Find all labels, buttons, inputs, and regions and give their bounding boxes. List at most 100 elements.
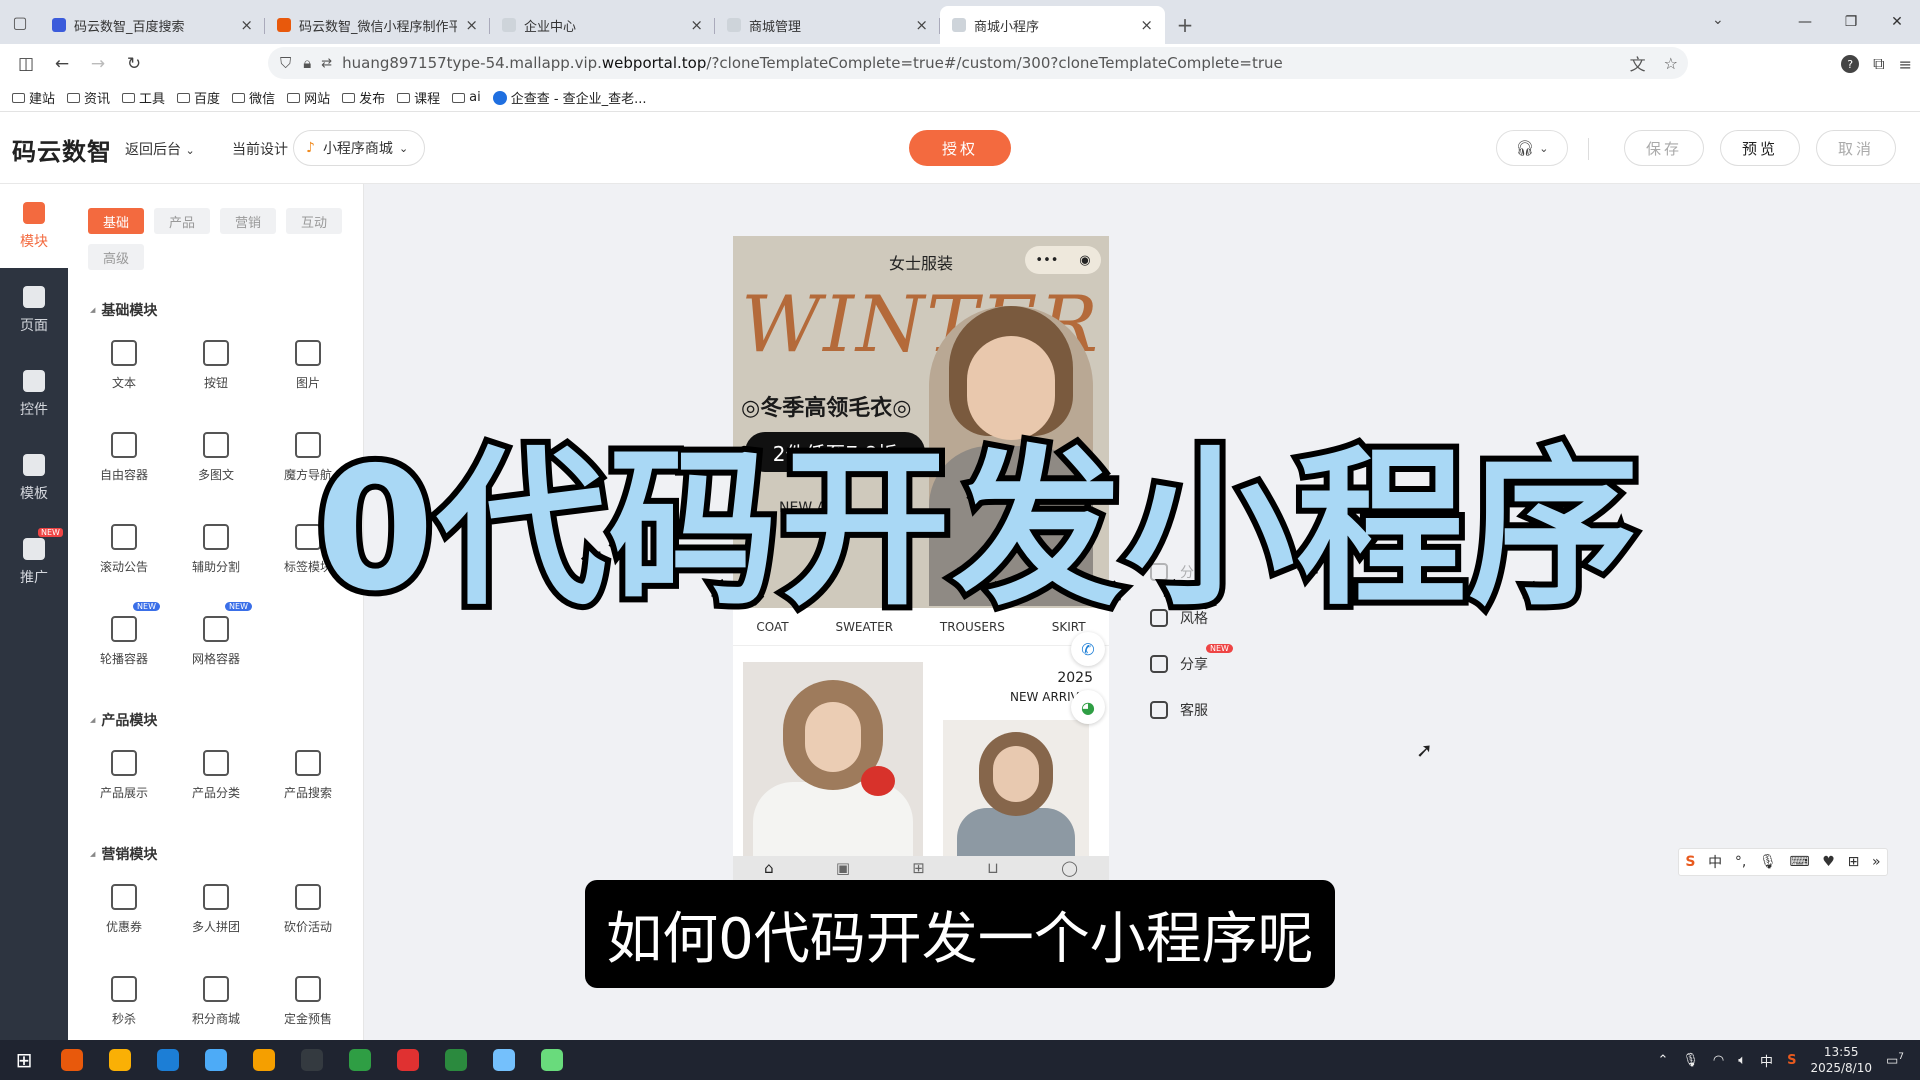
skin-icon[interactable]: ♥ xyxy=(1822,854,1835,870)
close-window-icon[interactable]: ✕ xyxy=(1874,0,1920,44)
taskbar-app-icon[interactable] xyxy=(96,1040,144,1080)
taskbar-app-icon[interactable] xyxy=(144,1040,192,1080)
profile-icon[interactable]: ? xyxy=(1841,55,1860,73)
clock[interactable]: 13:55 2025/8/10 xyxy=(1810,1044,1872,1076)
new-tab-button[interactable]: + xyxy=(1165,6,1205,44)
bookmark-star-icon[interactable]: ☆ xyxy=(1664,54,1678,73)
apps-grid-icon[interactable]: ⊞ xyxy=(1848,854,1860,870)
gift-icon[interactable]: ▣ xyxy=(836,859,850,877)
close-tab-icon[interactable]: × xyxy=(915,16,928,34)
keyboard-icon[interactable]: ⌨ xyxy=(1789,854,1809,870)
bookmark-folder[interactable]: 发布 xyxy=(342,88,385,107)
notification-icon[interactable]: ▭7 xyxy=(1886,1052,1904,1068)
rail-item-control[interactable]: 控件 xyxy=(0,352,68,436)
bookmark-folder[interactable]: 工具 xyxy=(122,88,165,107)
sidebar-toggle-icon[interactable]: ◫ xyxy=(8,46,44,82)
module-item[interactable]: 优惠券 xyxy=(84,882,164,952)
quick-item-service[interactable]: 客服 xyxy=(1150,700,1208,720)
module-item[interactable]: 砍价活动 xyxy=(268,882,348,952)
bookmark-folder[interactable]: ai xyxy=(452,90,481,105)
category-icon[interactable]: ⊞ xyxy=(912,859,925,877)
taskbar-app-icon[interactable] xyxy=(336,1040,384,1080)
module-item[interactable]: 定金预售 xyxy=(268,974,348,1040)
home-icon[interactable]: ⌂ xyxy=(764,859,774,877)
filter-tab[interactable]: 基础 xyxy=(88,208,144,234)
taskbar-app-icon[interactable] xyxy=(48,1040,96,1080)
user-icon[interactable]: ◯ xyxy=(1061,859,1078,877)
filter-tab[interactable]: 高级 xyxy=(88,244,144,270)
phone-call-icon[interactable]: ✆ xyxy=(1071,632,1105,666)
back-to-admin[interactable]: 返回后台 ⌄ xyxy=(125,139,195,159)
module-item[interactable]: 图片 xyxy=(268,338,348,408)
close-capsule-icon[interactable]: ◉ xyxy=(1079,253,1090,268)
ime-indicator[interactable]: 中 xyxy=(1760,1051,1773,1070)
rail-item-page[interactable]: 页面 xyxy=(0,268,68,352)
module-item[interactable]: 文本 xyxy=(84,338,164,408)
close-tab-icon[interactable]: × xyxy=(690,16,703,34)
forward-icon[interactable]: → xyxy=(80,46,116,82)
network-icon[interactable]: ◠ xyxy=(1713,1053,1724,1068)
ime-toolbar[interactable]: S 中 °, 🎙︎ ⌨ ♥ ⊞ » xyxy=(1678,848,1888,876)
tab-2[interactable]: 码云数智_微信小程序制作平台_ × xyxy=(265,6,490,44)
minimize-icon[interactable]: — xyxy=(1782,0,1828,44)
cancel-button[interactable]: 取消 xyxy=(1816,130,1896,166)
sogou-icon[interactable]: S xyxy=(1685,854,1695,870)
tab-actions-icon[interactable]: ▢ xyxy=(0,0,40,44)
bookmark-folder[interactable]: 微信 xyxy=(232,88,275,107)
module-item[interactable]: 网格容器 NEW xyxy=(176,602,256,684)
cart-icon[interactable]: ⊔ xyxy=(987,859,999,877)
bookmark-folder[interactable]: 课程 xyxy=(397,88,440,107)
reload-icon[interactable]: ↻ xyxy=(116,46,152,82)
customer-service-select[interactable]: 🎧︎ ⌄ xyxy=(1496,130,1568,166)
section-title[interactable]: 营销模块 xyxy=(90,844,157,864)
preview-button[interactable]: 预览 xyxy=(1720,130,1800,166)
windows-start-icon[interactable]: ⊞ xyxy=(0,1040,48,1080)
taskbar-app-icon[interactable] xyxy=(288,1040,336,1080)
menu-icon[interactable]: ≡ xyxy=(1899,55,1912,74)
taskbar-app-icon[interactable] xyxy=(528,1040,576,1080)
bookmark-qichacha[interactable]: 企查查 - 查企业_查老... xyxy=(492,88,647,107)
more-icon[interactable]: » xyxy=(1872,854,1881,870)
tab-1[interactable]: 码云数智_百度搜索 × xyxy=(40,6,265,44)
filter-tab[interactable]: 产品 xyxy=(154,208,210,234)
close-tab-icon[interactable]: × xyxy=(1140,16,1153,34)
taskbar-app-icon[interactable] xyxy=(192,1040,240,1080)
filter-tab[interactable]: 互动 xyxy=(286,208,342,234)
filter-tab[interactable]: 营销 xyxy=(220,208,276,234)
translate-icon[interactable]: 文 xyxy=(1630,51,1646,75)
microphone-icon[interactable]: 🎙︎ xyxy=(1682,1053,1699,1068)
wechat-icon[interactable]: ◕ xyxy=(1071,690,1105,724)
taskbar-app-icon[interactable] xyxy=(480,1040,528,1080)
tab-list-chevron-icon[interactable]: ⌄ xyxy=(1712,12,1724,28)
miniprogram-capsule[interactable]: ••• ◉ xyxy=(1025,246,1101,274)
tab-3[interactable]: 企业中心 × xyxy=(490,6,715,44)
authorize-button[interactable]: 授权 xyxy=(909,130,1011,166)
module-item[interactable]: 自由容器 xyxy=(84,430,164,500)
save-button[interactable]: 保存 xyxy=(1624,130,1704,166)
product-image[interactable] xyxy=(943,720,1089,856)
product-image[interactable] xyxy=(743,662,923,856)
module-item[interactable]: 轮播容器 NEW xyxy=(84,602,164,684)
more-icon[interactable]: ••• xyxy=(1035,253,1058,268)
sogou-icon[interactable]: S xyxy=(1787,1053,1796,1068)
module-item[interactable]: 辅助分割 xyxy=(176,522,256,592)
bookmark-folder[interactable]: 网站 xyxy=(287,88,330,107)
site-settings-icon[interactable]: ⇄ xyxy=(321,56,332,71)
module-item[interactable]: 产品分类 xyxy=(176,748,256,818)
close-tab-icon[interactable]: × xyxy=(465,16,478,34)
rail-item-template[interactable]: 模板 xyxy=(0,436,68,520)
module-item[interactable]: 产品展示 xyxy=(84,748,164,818)
tray-expand-icon[interactable]: ⌃ xyxy=(1657,1053,1668,1068)
bookmark-folder[interactable]: 资讯 xyxy=(67,88,110,107)
module-item[interactable]: 多图文 xyxy=(176,430,256,500)
design-select[interactable]: ♪ 小程序商城 ⌄ xyxy=(293,130,425,166)
rail-item-promotion[interactable]: 推广 NEW xyxy=(0,520,68,604)
close-tab-icon[interactable]: × xyxy=(240,16,253,34)
taskbar-app-icon[interactable] xyxy=(240,1040,288,1080)
module-item[interactable]: 积分商城 xyxy=(176,974,256,1040)
module-item[interactable]: 产品搜索 xyxy=(268,748,348,818)
extensions-icon[interactable]: ⧉ xyxy=(1873,54,1884,74)
address-bar[interactable]: ⛉ 🔒︎ ⇄ huang897157type-54.mallapp.vip.we… xyxy=(268,47,1688,79)
section-title[interactable]: 基础模块 xyxy=(90,300,157,320)
bookmark-folder[interactable]: 建站 xyxy=(12,88,55,107)
